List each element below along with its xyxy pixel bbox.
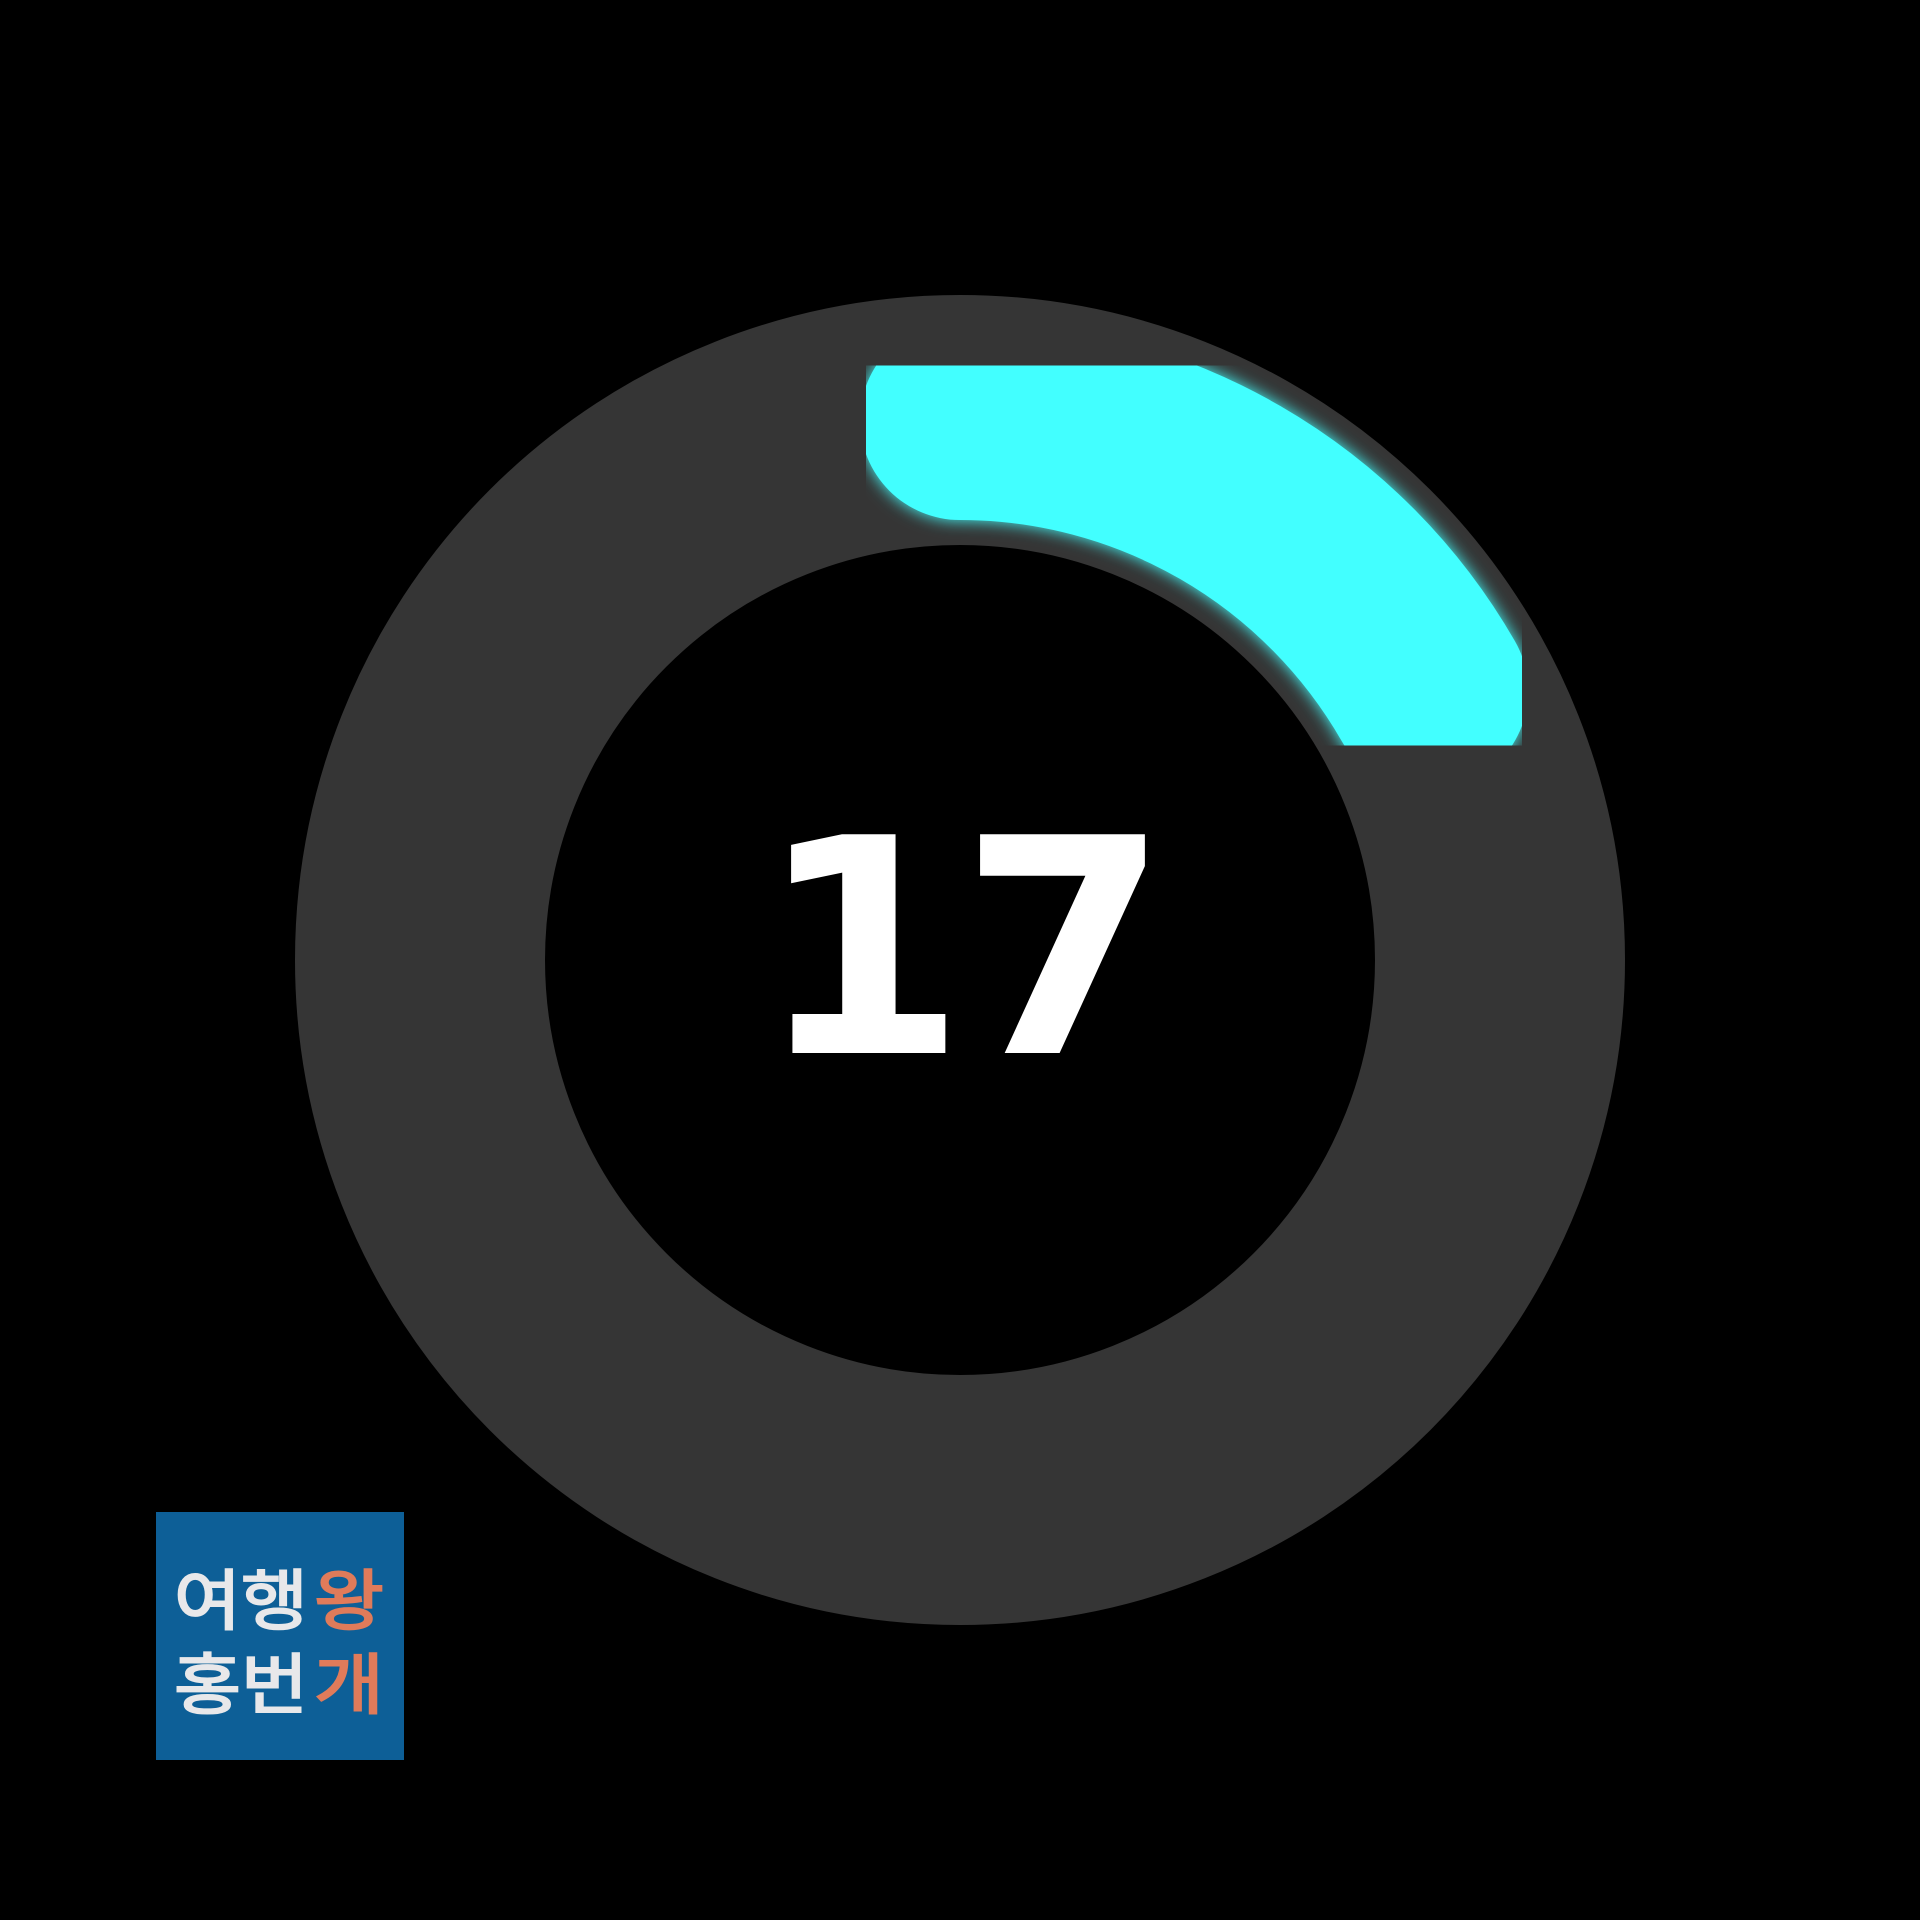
svg-text:여행: 여행 <box>174 1563 308 1640</box>
countdown-value: 17 <box>757 775 1168 1124</box>
ring-progress-arc <box>860 320 1529 791</box>
timer-screen: 17 여행 왕 홍번 개 <box>0 0 1920 1920</box>
brand-logo: 여행 왕 홍번 개 <box>156 1512 404 1760</box>
svg-text:개: 개 <box>314 1647 384 1724</box>
svg-text:왕: 왕 <box>314 1563 384 1640</box>
svg-text:홍번: 홍번 <box>174 1647 308 1724</box>
brand-logo-lettering: 여행 왕 홍번 개 <box>174 1563 384 1724</box>
